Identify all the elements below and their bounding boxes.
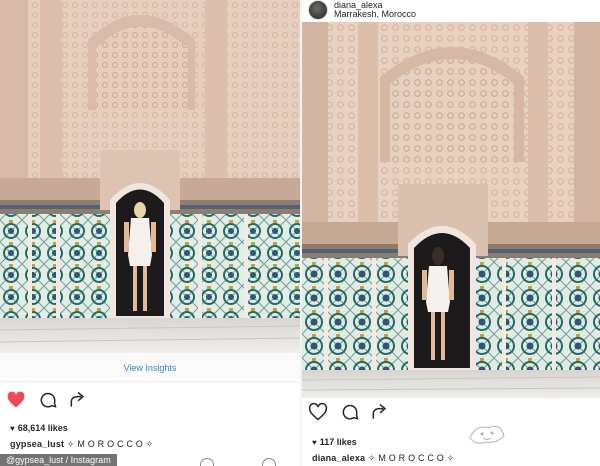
left-caption-username[interactable]: gypsea_lust bbox=[10, 439, 64, 449]
left-caption: gypsea_lust ✧ M O R O C C O ✧ bbox=[10, 439, 153, 450]
right-caption-username[interactable]: diana_alexa bbox=[312, 453, 365, 463]
left-likes-text: 68,614 likes bbox=[17, 423, 68, 433]
left-instagram-post: View Insights ♥ 68,614 likes gypsea_lust … bbox=[0, 0, 300, 466]
comment-icon[interactable] bbox=[38, 390, 58, 410]
right-instagram-post: diana_alexa Marrakesh, Morocco ♥ 117 lik… bbox=[302, 0, 600, 466]
nav-icon[interactable] bbox=[200, 458, 214, 466]
photo-credit: @gypsea_lust / Instagram bbox=[0, 454, 117, 466]
right-caption: diana_alexa ✧ M O R O C C O ✧ bbox=[312, 453, 454, 464]
comment-icon[interactable] bbox=[340, 402, 360, 422]
emoji-doodle-icon bbox=[469, 425, 505, 444]
left-post-photo[interactable] bbox=[0, 0, 300, 352]
view-insights-link[interactable]: View Insights bbox=[0, 352, 300, 382]
avatar[interactable] bbox=[308, 0, 328, 20]
right-post-photo[interactable] bbox=[302, 22, 600, 398]
heart-mini-icon: ♥ bbox=[312, 438, 317, 447]
right-likes-text: 117 likes bbox=[319, 437, 357, 447]
share-arrow-icon[interactable] bbox=[68, 390, 88, 410]
header-location[interactable]: Marrakesh, Morocco bbox=[334, 9, 416, 19]
left-likes-count[interactable]: ♥ 68,614 likes bbox=[10, 423, 68, 433]
nav-icon[interactable] bbox=[262, 458, 276, 466]
post-header: diana_alexa Marrakesh, Morocco bbox=[302, 0, 600, 22]
like-heart-outline-icon[interactable] bbox=[308, 402, 328, 422]
riad-doorway-photo bbox=[0, 0, 300, 352]
share-arrow-icon[interactable] bbox=[370, 402, 390, 422]
like-heart-filled-icon[interactable] bbox=[6, 390, 26, 410]
riad-doorway-photo bbox=[302, 22, 600, 398]
right-likes-count[interactable]: ♥ 117 likes bbox=[312, 437, 357, 447]
heart-mini-icon: ♥ bbox=[10, 424, 15, 433]
left-caption-text: ✧ M O R O C C O ✧ bbox=[64, 439, 154, 449]
right-caption-text: ✧ M O R O C C O ✧ bbox=[365, 453, 455, 463]
